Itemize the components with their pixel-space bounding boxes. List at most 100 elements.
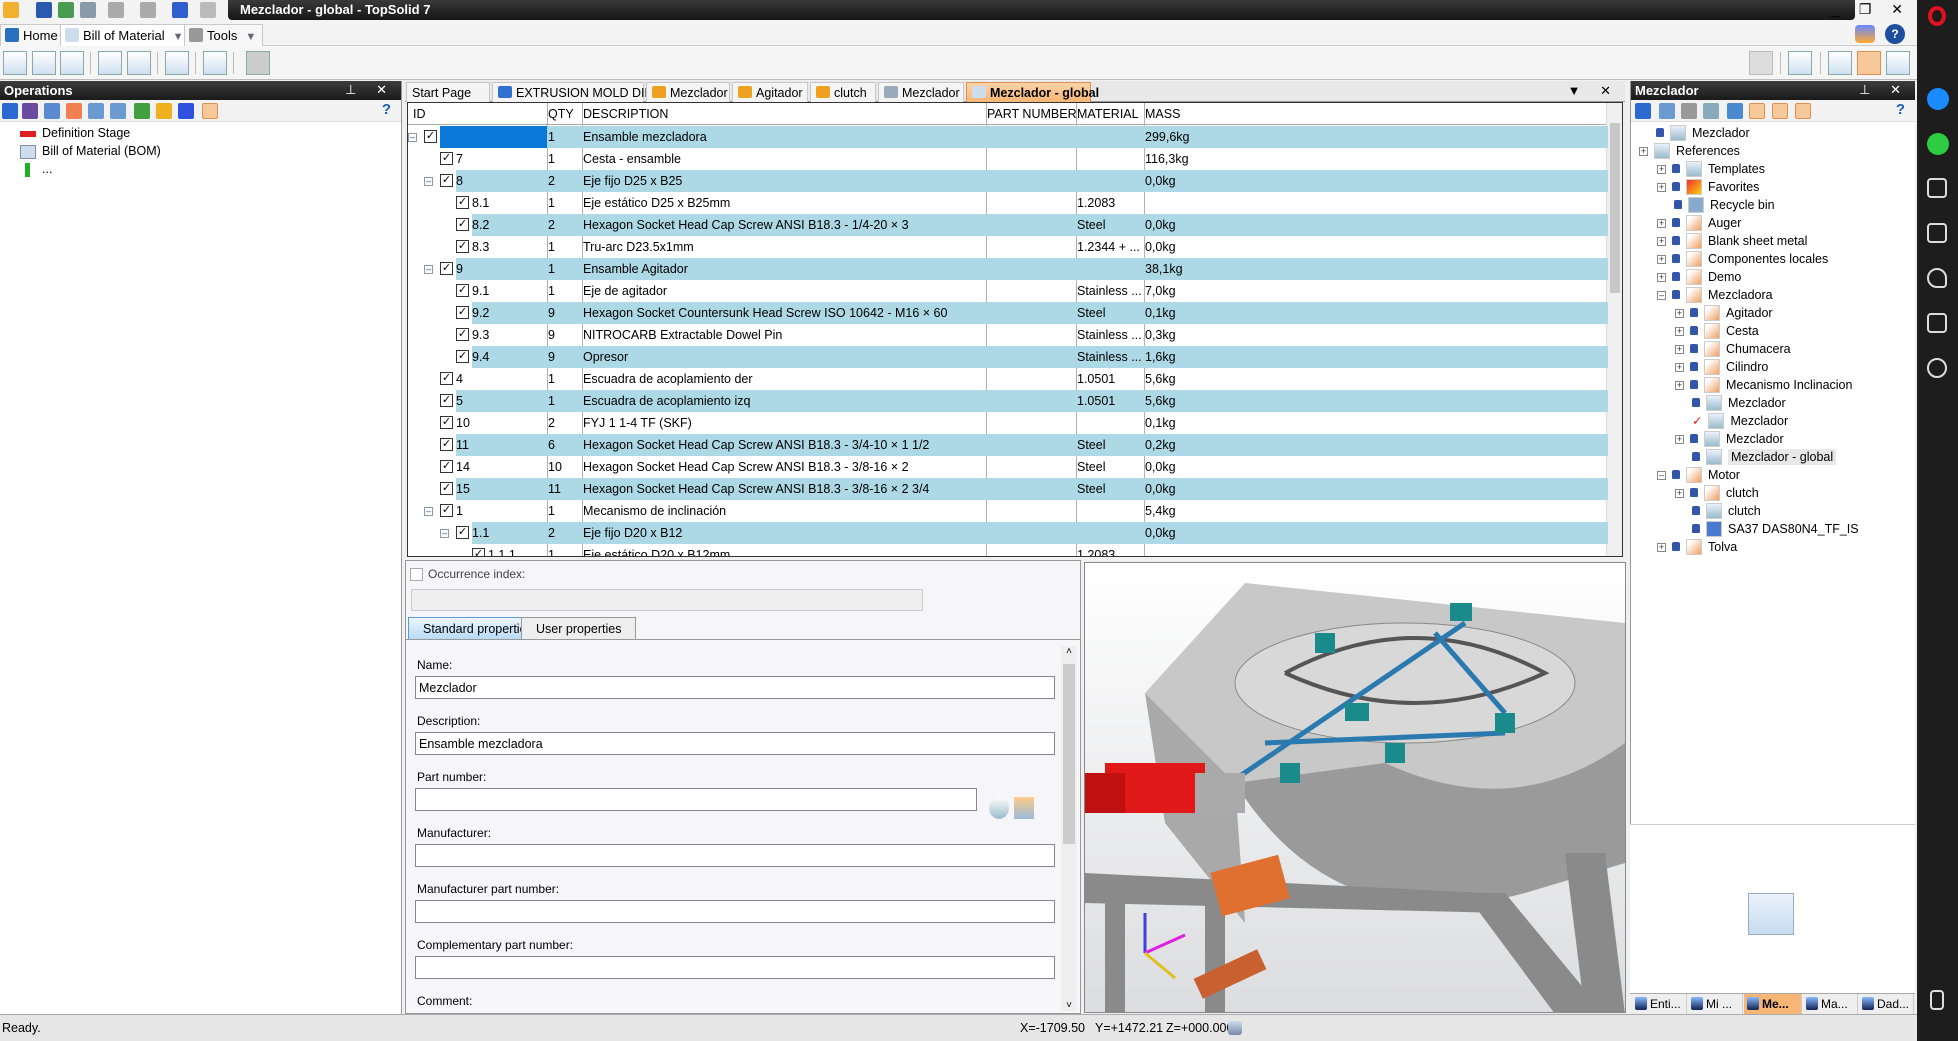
table-row[interactable]: ✓ 9.3 9 NITROCARB Extractable Dowel Pin Stai… — [408, 324, 1608, 346]
table-row[interactable]: ✓ 4 1 Escuadra de acoplamiento der 1.0501 5,6… — [408, 368, 1608, 390]
tree-item[interactable]: + Mezclador — [1675, 431, 1784, 449]
row-checkbox[interactable]: ✓ — [440, 372, 453, 385]
row-checkbox[interactable]: ✓ — [456, 196, 469, 209]
help-icon[interactable]: ? — [1885, 24, 1905, 44]
doc-tab[interactable]: EXTRUSION MOLD DIE — [492, 82, 653, 102]
tree-item[interactable]: + clutch — [1675, 485, 1759, 503]
doc-tab[interactable]: Agitador — [732, 82, 808, 102]
tree-item[interactable]: + Blank sheet metal — [1657, 233, 1807, 251]
whatsapp-icon[interactable] — [1927, 133, 1949, 155]
row-checkbox[interactable]: ✓ — [440, 394, 453, 407]
tree-item[interactable]: + Chumacera — [1675, 341, 1791, 359]
tree-item[interactable]: + Templates — [1657, 161, 1765, 179]
table-row[interactable]: ✓ 1.1.1 1 Eje estático D20 x B12mm 1.2083 — [408, 544, 1608, 556]
expand-icon[interactable]: + — [1675, 363, 1684, 372]
project-bottom-tab[interactable]: Mi ... — [1688, 994, 1743, 1015]
table-row[interactable]: ✓ 10 2 FYJ 1 1-4 TF (SKF) 0,1kg — [408, 412, 1608, 434]
tree-item[interactable]: SA37 DAS80N4_TF_IS — [1675, 521, 1859, 539]
tree-item[interactable]: + Favorites — [1657, 179, 1759, 197]
collapse-icon[interactable]: – — [424, 265, 433, 274]
doc-tab[interactable]: Start Page — [406, 82, 490, 102]
tree-item[interactable]: – Mezcladora — [1657, 287, 1773, 305]
tree-item[interactable]: Recycle bin — [1657, 197, 1775, 215]
expand-icon[interactable]: + — [1675, 327, 1684, 336]
row-checkbox[interactable]: ✓ — [440, 438, 453, 451]
document-stack-icon[interactable] — [203, 51, 227, 75]
history-clock-icon[interactable] — [1927, 358, 1947, 378]
save-icon[interactable] — [36, 2, 52, 18]
tree-item[interactable]: Mezclador — [1675, 395, 1786, 413]
select-icon[interactable] — [2, 103, 18, 119]
tab-user-properties[interactable]: User properties — [521, 617, 637, 639]
tree-item[interactable]: + Agitador — [1675, 305, 1773, 323]
tree-item[interactable]: Mezclador - global — [1675, 449, 1837, 467]
sidebar-toggle-icon[interactable] — [1930, 990, 1944, 1010]
column-header[interactable]: DESCRIPTION — [583, 107, 668, 121]
row-checkbox[interactable]: ✓ — [440, 504, 453, 517]
sequence-icon[interactable] — [44, 103, 60, 119]
row-checkbox[interactable]: ✓ — [440, 460, 453, 473]
table-row[interactable]: – ✓ 9 1 Ensamble Agitador 38,1kg — [408, 258, 1608, 280]
redo-icon[interactable] — [140, 2, 156, 18]
swap-icon[interactable] — [178, 103, 194, 119]
app-menu-icon[interactable] — [3, 2, 19, 18]
column-header[interactable]: QTY — [548, 107, 574, 121]
tree-item[interactable]: + Mecanismo Inclinacion — [1675, 377, 1852, 395]
tree-view-icon[interactable] — [1828, 51, 1852, 75]
chevron-down-icon[interactable]: ▼ — [173, 31, 184, 43]
row-checkbox[interactable]: ✓ — [424, 130, 437, 143]
expand-icon[interactable]: + — [1639, 147, 1648, 156]
binoculars-icon[interactable] — [22, 103, 38, 119]
table-row[interactable]: ✓ 15 11 Hexagon Socket Head Cap Screw ANSI … — [408, 478, 1608, 500]
tree-item[interactable]: + Auger — [1657, 215, 1741, 233]
collapse-icon[interactable]: – — [440, 529, 449, 538]
tree-item[interactable]: + Tolva — [1657, 539, 1737, 557]
tab-list-close-icons[interactable]: ▼ ✕ — [1568, 83, 1619, 99]
description-field[interactable] — [415, 732, 1055, 755]
row-checkbox[interactable]: ✓ — [472, 548, 485, 556]
bom-table-icon[interactable] — [3, 51, 27, 75]
tree-item[interactable]: + References — [1639, 143, 1740, 161]
save-all-icon[interactable] — [58, 2, 74, 18]
bom-import-icon[interactable] — [127, 51, 151, 75]
tree-item[interactable]: ✓ Mezclador — [1675, 413, 1788, 431]
expand-icon[interactable]: + — [1657, 219, 1666, 228]
collapse-icon[interactable]: – — [424, 177, 433, 186]
table-row[interactable]: – ✓ 1 Ensamble mezcladora 299,6kg — [408, 126, 1608, 148]
heart-icon[interactable] — [1927, 268, 1947, 288]
row-checkbox[interactable]: ✓ — [440, 482, 453, 495]
tree-indent-icon[interactable] — [1857, 51, 1881, 75]
table-row[interactable]: ✓ 8.3 1 Tru-arc D23.5x1mm 1.2344 + ... 0,0kg — [408, 236, 1608, 258]
camera-icon[interactable] — [1927, 178, 1947, 198]
sync-icon[interactable] — [1749, 51, 1773, 75]
table-row[interactable]: ✓ 8.2 2 Hexagon Socket Head Cap Screw ANSI … — [408, 214, 1608, 236]
bom-export-icon[interactable] — [98, 51, 122, 75]
expand-icon[interactable]: + — [1657, 255, 1666, 264]
tree-add-icon[interactable] — [1659, 103, 1675, 119]
flag-icon[interactable] — [1749, 103, 1765, 119]
warning-icon[interactable] — [1772, 103, 1788, 119]
row-checkbox[interactable]: ✓ — [456, 284, 469, 297]
doc-tab[interactable]: Mezclador - global — [966, 82, 1099, 102]
collapse-icon[interactable]: – — [1657, 471, 1666, 480]
help-icon[interactable]: ? — [382, 101, 391, 118]
layers-icon[interactable] — [1727, 103, 1743, 119]
window-controls[interactable]: _ ❐ ✕ — [1831, 1, 1911, 18]
pin-close-icons[interactable]: ⊥ ✕ — [345, 82, 395, 98]
drawing-icon[interactable] — [165, 51, 189, 75]
expand-icon[interactable]: + — [1675, 435, 1684, 444]
bom-edit-icon[interactable] — [60, 51, 84, 75]
operation-more[interactable]: ... — [20, 162, 52, 180]
manufacturer-part-number-field[interactable] — [415, 900, 1055, 923]
doc-tab[interactable]: Mezclador — [646, 82, 730, 102]
apps-grid-icon[interactable] — [1927, 223, 1947, 243]
opera-logo-icon[interactable] — [1928, 6, 1946, 26]
bom-insert-icon[interactable] — [32, 51, 56, 75]
column-header[interactable]: ID — [413, 107, 426, 121]
tree-item[interactable]: – Motor — [1657, 467, 1740, 485]
project-bottom-tab[interactable]: Ma... — [1803, 994, 1858, 1015]
connection-icon[interactable] — [1855, 25, 1875, 43]
table-row[interactable]: ✓ 7 1 Cesta - ensamble 116,3kg — [408, 148, 1608, 170]
table-row[interactable]: ✓ 14 10 Hexagon Socket Head Cap Screw ANSI … — [408, 456, 1608, 478]
expand-icon[interactable]: + — [1675, 489, 1684, 498]
